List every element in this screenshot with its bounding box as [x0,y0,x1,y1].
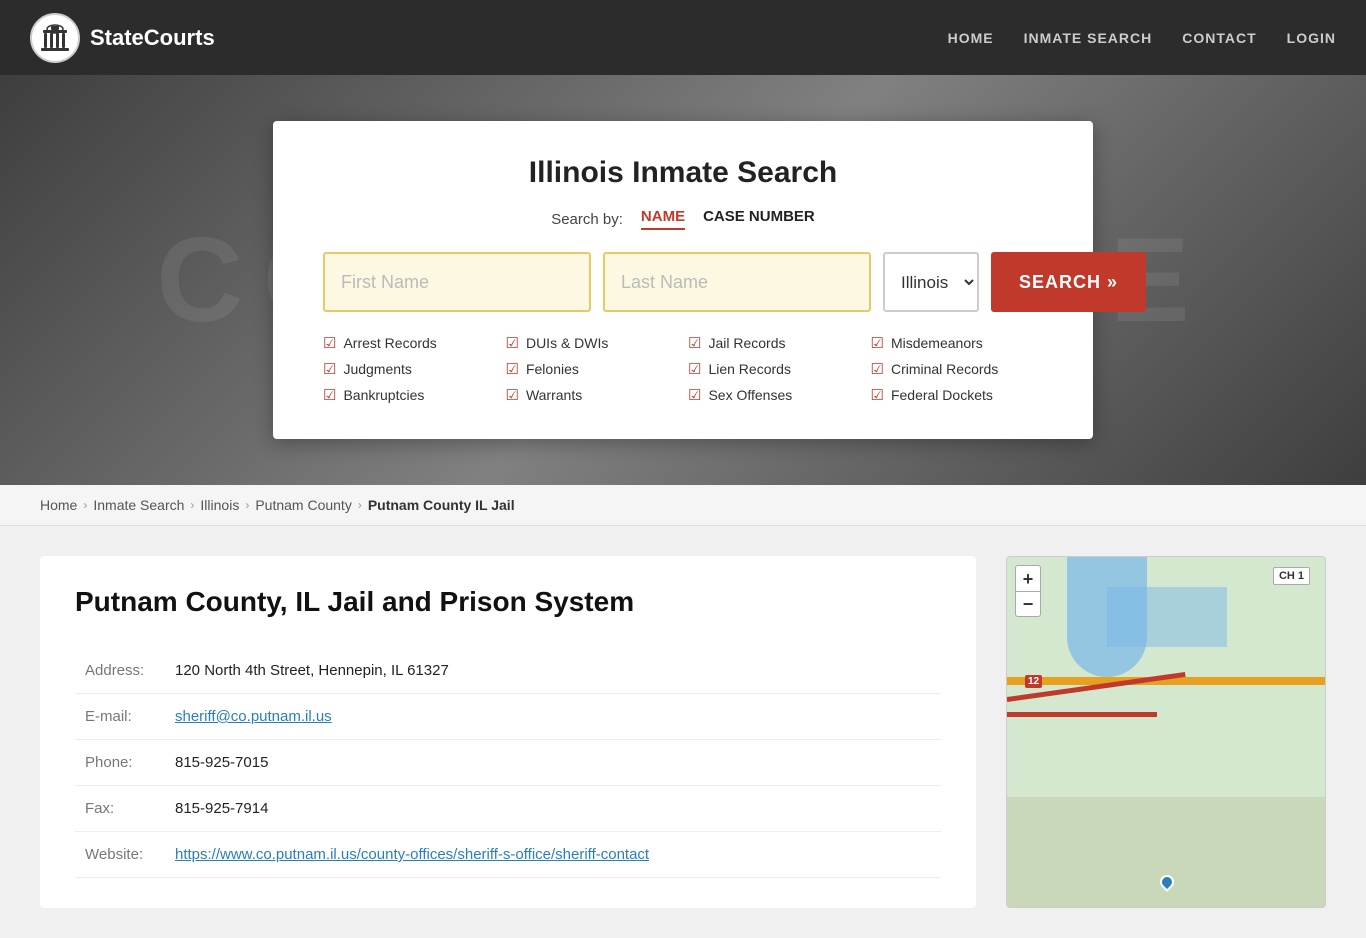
map-zoom-in[interactable]: + [1015,565,1041,591]
map-controls: + − [1015,565,1041,617]
map-zoom-out[interactable]: − [1015,591,1041,617]
map-water-2 [1107,587,1227,647]
tab-name[interactable]: NAME [641,208,685,230]
map-ch1-label: CH 1 [1273,567,1310,585]
map-road-num: 12 [1025,675,1042,688]
header: StateCourts HOME INMATE SEARCH CONTACT L… [0,0,1366,75]
nav-inmate-search[interactable]: INMATE SEARCH [1024,30,1153,46]
check-item: ☑ Warrants [506,386,679,404]
check-label: Jail Records [708,335,785,351]
email-label: E-mail: [75,694,165,740]
website-label: Website: [75,832,165,878]
check-label: Sex Offenses [708,387,792,403]
facility-info-table: Address: 120 North 4th Street, Hennepin,… [75,648,941,878]
logo-icon [30,13,80,63]
breadcrumb-sep-1: › [83,498,87,512]
facility-title: Putnam County, IL Jail and Prison System [75,586,941,618]
main-content: Putnam County, IL Jail and Prison System… [0,526,1366,938]
check-label: Warrants [526,387,582,403]
check-item: ☑ Sex Offenses [688,386,861,404]
breadcrumb-sep-3: › [245,498,249,512]
check-item: ☑ Criminal Records [871,360,1044,378]
check-item: ☑ Federal Dockets [871,386,1044,404]
check-icon: ☑ [506,386,519,404]
first-name-input[interactable] [323,252,591,312]
email-link[interactable]: sheriff@co.putnam.il.us [175,708,332,725]
check-icon: ☑ [871,360,884,378]
check-label: Arrest Records [343,335,436,351]
website-value: https://www.co.putnam.il.us/county-offic… [165,832,941,878]
breadcrumb-inmate-search[interactable]: Inmate Search [93,497,184,513]
nav-contact[interactable]: CONTACT [1182,30,1256,46]
breadcrumb-home[interactable]: Home [40,497,77,513]
search-by-row: Search by: NAME CASE NUMBER [323,208,1043,230]
map-road-red2 [1007,712,1157,717]
check-label: Criminal Records [891,361,998,377]
fax-label: Fax: [75,786,165,832]
check-icon: ☑ [688,386,701,404]
check-label: Judgments [343,361,411,377]
site-name: StateCourts [90,25,215,51]
check-icon: ☑ [323,386,336,404]
check-icon: ☑ [323,334,336,352]
facility-card: Putnam County, IL Jail and Prison System… [40,556,976,908]
check-item: ☑ Arrest Records [323,334,496,352]
fax-row: Fax: 815-925-7914 [75,786,941,832]
tab-case-number[interactable]: CASE NUMBER [703,208,815,230]
search-card: Illinois Inmate Search Search by: NAME C… [273,121,1093,439]
nav-login[interactable]: LOGIN [1287,30,1336,46]
check-label: Felonies [526,361,579,377]
website-link[interactable]: https://www.co.putnam.il.us/county-offic… [175,846,649,863]
fax-value: 815-925-7914 [165,786,941,832]
address-row: Address: 120 North 4th Street, Hennepin,… [75,648,941,694]
check-icon: ☑ [871,386,884,404]
check-item: ☑ Lien Records [688,360,861,378]
map-area: 12 CH 1 + − [1006,556,1326,908]
breadcrumb-sep-2: › [190,498,194,512]
address-value: 120 North 4th Street, Hennepin, IL 61327 [165,648,941,694]
check-icon: ☑ [506,334,519,352]
check-icon: ☑ [506,360,519,378]
check-label: Lien Records [708,361,791,377]
address-label: Address: [75,648,165,694]
check-item: ☑ Bankruptcies [323,386,496,404]
breadcrumb-current: Putnam County IL Jail [368,497,515,513]
website-row: Website: https://www.co.putnam.il.us/cou… [75,832,941,878]
breadcrumb-sep-4: › [358,498,362,512]
checks-grid: ☑ Arrest Records ☑ DUIs & DWIs ☑ Jail Records… [323,334,1043,404]
check-label: Bankruptcies [343,387,424,403]
phone-label: Phone: [75,740,165,786]
check-label: DUIs & DWIs [526,335,608,351]
search-inputs-row: Illinois SEARCH » [323,252,1043,312]
search-by-label: Search by: [551,211,623,228]
search-card-title: Illinois Inmate Search [323,156,1043,190]
check-icon: ☑ [688,334,701,352]
phone-value: 815-925-7015 [165,740,941,786]
email-value: sheriff@co.putnam.il.us [165,694,941,740]
last-name-input[interactable] [603,252,871,312]
phone-row: Phone: 815-925-7015 [75,740,941,786]
search-button[interactable]: SEARCH » [991,252,1146,312]
check-icon: ☑ [688,360,701,378]
main-nav: HOME INMATE SEARCH CONTACT LOGIN [948,30,1336,46]
check-item: ☑ Jail Records [688,334,861,352]
breadcrumb-state[interactable]: Illinois [200,497,239,513]
check-label: Misdemeanors [891,335,983,351]
check-icon: ☑ [871,334,884,352]
check-item: ☑ Judgments [323,360,496,378]
nav-home[interactable]: HOME [948,30,994,46]
check-item: ☑ DUIs & DWIs [506,334,679,352]
check-item: ☑ Misdemeanors [871,334,1044,352]
breadcrumb: Home › Inmate Search › Illinois › Putnam… [0,485,1366,526]
logo-area: StateCourts [30,13,215,63]
check-item: ☑ Felonies [506,360,679,378]
breadcrumb-county[interactable]: Putnam County [255,497,352,513]
hero-section: COURTHOUSE Illinois Inmate Search Search… [0,75,1366,485]
email-row: E-mail: sheriff@co.putnam.il.us [75,694,941,740]
check-label: Federal Dockets [891,387,993,403]
check-icon: ☑ [323,360,336,378]
state-select[interactable]: Illinois [883,252,979,312]
